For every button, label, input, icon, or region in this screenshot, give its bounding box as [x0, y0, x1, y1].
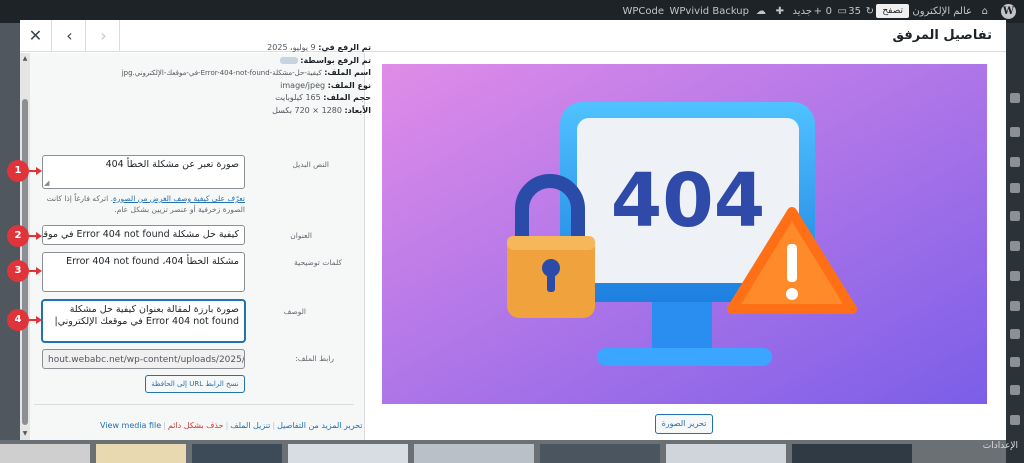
marker-arrow-head: [36, 232, 42, 240]
caption-field[interactable]: مشكلة الخطأ 404، Error 404 not found: [42, 252, 245, 292]
file-name-row: اسم الملف: كيفية-حل-مشكلة-Error-404-not-…: [71, 67, 371, 80]
file-size-value: 165 كيلوبايت: [275, 93, 321, 102]
close-icon[interactable]: ✕: [20, 20, 52, 52]
file-url-label: رابط الملف:: [295, 354, 334, 363]
separator: |: [225, 421, 229, 430]
modal-title: تفاصيل المرفق: [892, 28, 993, 43]
menu-icon[interactable]: [1010, 301, 1020, 311]
dimensions-row: الأبعاد: 1280 × 720 بكسل: [71, 105, 371, 118]
file-type-label: نوع الملف:: [327, 80, 371, 90]
attachment-preview-image: 404: [382, 64, 987, 404]
download-file-link[interactable]: تنزيل الملف: [230, 421, 270, 430]
marker-arrow-head: [36, 316, 42, 324]
attachment-actions: View media file | تحرير المزيد من التفاصيل…: [100, 421, 363, 430]
marker-4: 4: [7, 309, 29, 331]
alt-text-help: تعرّف على كيفية وصف الغرض من الصورة. اتر…: [42, 193, 245, 215]
edit-image-button[interactable]: تحرير الصورة: [655, 414, 713, 434]
menu-icon[interactable]: [1010, 415, 1020, 425]
separator: |: [163, 421, 166, 430]
menu-icon[interactable]: [1010, 241, 1020, 251]
media-thumbnail[interactable]: [288, 444, 408, 463]
scroll-up-icon[interactable]: ▲: [21, 55, 29, 63]
file-url-field[interactable]: hout.webabc.net/wp-content/uploads/2025/…: [42, 349, 245, 369]
menu-icon[interactable]: [1010, 357, 1020, 367]
uploaded-by-label: تم الرفع بواسطة:: [300, 55, 371, 65]
title-field[interactable]: كيفية حل مشكلة Error 404 not found في مو…: [42, 225, 245, 245]
marker-3: 3: [7, 260, 29, 282]
file-metadata: تم الرفع في: 9 يوليو، 2025 تم الرفع بواس…: [71, 42, 371, 117]
alt-text-field[interactable]: صورة تعبر عن مشكلة الخطأ 404: [42, 155, 245, 189]
menu-icon[interactable]: [1010, 93, 1020, 103]
uploaded-by-blurred: [279, 56, 298, 64]
file-type-value: image/jpeg: [280, 80, 326, 90]
media-thumbnail[interactable]: [666, 444, 786, 463]
scroll-down-icon[interactable]: ▼: [21, 430, 29, 438]
marker-arrow-head: [36, 267, 42, 275]
delete-permanently-link[interactable]: حذف بشكل دائم: [168, 421, 224, 430]
uploaded-on-value: 9 يوليو، 2025: [267, 43, 316, 52]
file-size-label: حجم الملف:: [323, 93, 371, 102]
file-name-label: اسم الملف:: [324, 68, 371, 77]
title-label: العنوان: [290, 231, 312, 240]
marker-1: 1: [7, 160, 29, 182]
sidebar-item-settings[interactable]: الإعدادات: [983, 441, 1018, 451]
menu-icon[interactable]: [1010, 183, 1020, 193]
admin-sidebar: [1006, 23, 1024, 463]
media-thumbnail[interactable]: [414, 444, 534, 463]
marker-arrow-head: [36, 167, 42, 175]
separator: |: [272, 421, 276, 430]
menu-icon[interactable]: [1010, 271, 1020, 281]
404-illustration: 404: [382, 64, 987, 404]
caption-label: كلمات توضيحية: [294, 258, 342, 267]
edit-more-details-link[interactable]: تحرير المزيد من التفاصيل: [277, 421, 362, 430]
media-thumbnail[interactable]: [96, 444, 186, 463]
description-field[interactable]: صورة بارزة لمقالة بعنوان كيفية حل مشكلة …: [42, 300, 245, 342]
uploaded-by-row: تم الرفع بواسطة:: [71, 55, 371, 68]
menu-icon[interactable]: [1010, 157, 1020, 167]
headline-text: 404: [611, 158, 765, 244]
view-media-file-link[interactable]: View media file: [100, 421, 161, 430]
menu-icon[interactable]: [1010, 127, 1020, 137]
marker-2: 2: [7, 225, 29, 247]
divider: [34, 404, 354, 405]
alt-text-label: النص البديل: [292, 160, 329, 169]
dimensions-value: 1280 × 720 بكسل: [272, 105, 342, 115]
uploaded-on-label: تم الرفع في:: [318, 43, 371, 52]
file-size-row: حجم الملف: 165 كيلوبايت: [71, 92, 371, 105]
copy-url-button[interactable]: نسخ الرابط URL إلى الحافظة: [145, 375, 245, 393]
media-thumbnail[interactable]: [540, 444, 660, 463]
file-type-row: نوع الملف: image/jpeg: [71, 80, 371, 93]
scrollbar[interactable]: ▲ ▼: [20, 53, 30, 440]
alt-text-help-link[interactable]: تعرّف على كيفية وصف الغرض من الصورة: [113, 194, 245, 203]
file-name-value: كيفية-حل-مشكلة-Error-404-not-found-في-مو…: [121, 69, 322, 77]
description-label: الوصف: [283, 307, 306, 316]
visit-site-badge[interactable]: تصفح: [876, 4, 909, 18]
menu-icon[interactable]: [1010, 385, 1020, 395]
media-thumbnail[interactable]: [792, 444, 912, 463]
media-thumbnail[interactable]: [192, 444, 282, 463]
menu-icon[interactable]: [1010, 329, 1020, 339]
uploaded-on-row: تم الرفع في: 9 يوليو، 2025: [71, 42, 371, 55]
menu-icon[interactable]: [1010, 211, 1020, 221]
dimensions-label: الأبعاد:: [344, 105, 371, 115]
